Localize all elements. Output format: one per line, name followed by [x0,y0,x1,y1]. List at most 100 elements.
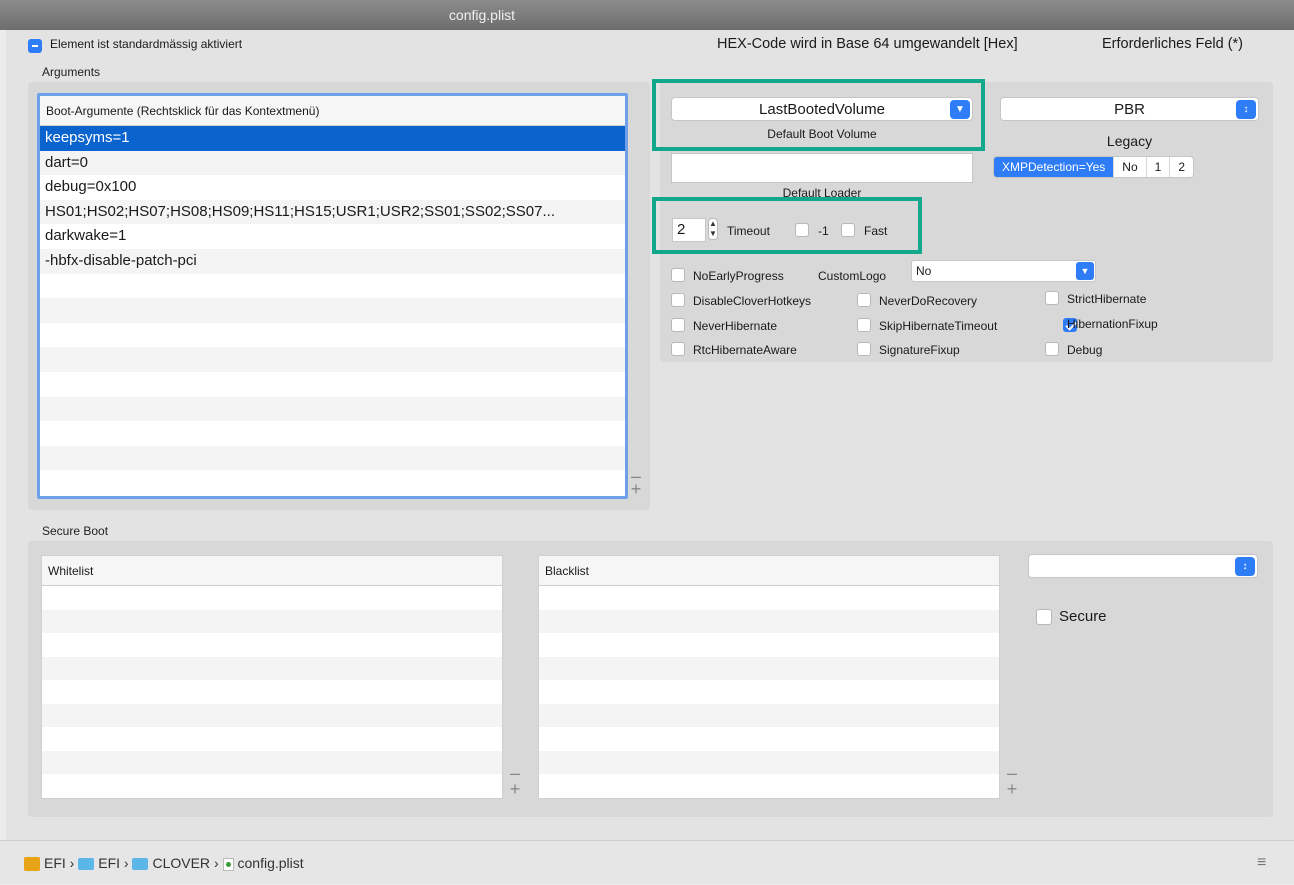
never-do-recovery-checkbox[interactable] [857,293,871,307]
boot-arg-item[interactable]: keepsyms=1 [40,126,625,151]
default-boot-volume-value: LastBootedVolume [759,101,885,118]
folder-icon [78,858,95,871]
legend-default-text: Element ist standardmässig aktiviert [50,37,243,51]
table-row[interactable] [42,727,502,751]
table-row[interactable] [42,680,502,704]
chevron-updown-icon: ↕ [1236,100,1256,119]
legend-default-checkbox [28,38,42,53]
table-row[interactable] [539,609,999,633]
rtc-hibernate-aware-checkbox[interactable] [671,342,685,356]
boot-args-add-button[interactable]: + [629,480,643,498]
default-boot-volume-popup[interactable]: LastBootedVolume ▼ [671,97,973,121]
path-bar: EFI › EFI › CLOVER › config.plist ≡ [0,840,1294,884]
table-row[interactable] [42,633,502,657]
disable-clover-hotkeys-checkbox[interactable] [671,293,685,307]
window-titlebar[interactable]: config.plist [0,0,1294,30]
debug-label: Debug [1067,343,1103,357]
skip-hibernate-timeout-label: SkipHibernateTimeout [879,319,998,333]
timeout-field[interactable]: 2 [672,218,706,242]
table-row[interactable] [42,774,502,798]
path-item-efi-volume[interactable]: EFI [44,855,66,871]
table-row[interactable] [539,703,999,727]
xmp-option-2[interactable]: 2 [1169,157,1194,177]
no-early-progress-checkbox[interactable] [671,268,685,282]
table-row[interactable] [539,656,999,680]
xmp-detection-segmented[interactable]: XMPDetection=Yes No 1 2 [993,156,1195,178]
boot-args-list[interactable]: Boot-Argumente (Rechtsklick für das Kont… [37,93,628,499]
table-row[interactable] [539,774,999,798]
strict-hibernate-checkbox[interactable] [1045,291,1059,305]
boot-arg-item[interactable]: -hbfx-disable-patch-pci [40,248,625,274]
table-row[interactable] [539,727,999,751]
never-do-recovery-label: NeverDoRecovery [879,294,978,308]
chevron-down-icon: ▼ [950,100,970,119]
rtc-hibernate-aware-label: RtcHibernateAware [693,343,797,357]
path-item-efi-folder[interactable]: EFI [98,855,120,871]
minus1-label: -1 [818,224,829,238]
legacy-label: Legacy [1106,133,1153,149]
boot-arg-empty-row[interactable] [40,323,625,348]
path-separator: › [69,855,75,871]
boot-arg-item[interactable]: HS01;HS02;HS07;HS08;HS09;HS11;HS15;USR1;… [40,199,625,225]
boot-arg-empty-row[interactable] [40,347,625,372]
timeout-label: Timeout [727,224,770,238]
path-separator: › [213,855,219,871]
blacklist-table[interactable]: Blacklist [538,555,1000,799]
custom-logo-popup[interactable]: No ▼ [911,260,1096,282]
legacy-popup[interactable]: PBR ↕ [1000,97,1259,121]
never-hibernate-checkbox[interactable] [671,318,685,332]
boot-arg-item[interactable]: dart=0 [40,150,625,176]
table-row[interactable] [42,609,502,633]
drive-icon [24,857,40,872]
debug-checkbox[interactable] [1045,342,1059,356]
boot-arg-item[interactable]: debug=0x100 [40,175,625,200]
secure-checkbox[interactable] [1036,609,1052,625]
boot-arg-empty-row[interactable] [40,298,625,323]
xmp-option-yes[interactable]: XMPDetection=Yes [994,157,1114,177]
chevron-updown-icon: ↕ [1235,557,1255,576]
signature-fixup-label: SignatureFixup [879,343,960,357]
hibernation-fixup-label: HibernationFixup [1067,317,1158,331]
legacy-value: PBR [1114,101,1145,118]
boot-arg-empty-row[interactable] [40,445,625,471]
boot-arg-empty-row[interactable] [40,421,625,446]
legend-required-text: Erforderliches Feld (*) [1102,36,1244,52]
fast-checkbox[interactable] [841,223,855,237]
list-menu-icon[interactable]: ≡ [1257,841,1266,885]
arguments-section-label: Arguments [42,65,101,79]
blacklist-header: Blacklist [539,556,999,586]
boot-arg-empty-row[interactable] [40,396,625,422]
blacklist-add-button[interactable]: + [1005,780,1019,798]
whitelist-add-button[interactable]: + [508,780,522,798]
boot-arg-empty-row[interactable] [40,372,625,397]
boot-arg-empty-row[interactable] [40,274,625,299]
table-row[interactable] [42,750,502,774]
table-row[interactable] [539,680,999,704]
table-row[interactable] [539,633,999,657]
signature-fixup-checkbox[interactable] [857,342,871,356]
table-row[interactable] [539,586,999,610]
table-row[interactable] [539,750,999,774]
boot-arg-item[interactable]: darkwake=1 [40,224,625,249]
table-row[interactable] [42,656,502,680]
fast-label: Fast [864,224,888,238]
xmp-option-1[interactable]: 1 [1145,157,1170,177]
xmp-option-no[interactable]: No [1113,157,1146,177]
boot-arg-empty-row[interactable] [40,470,625,495]
skip-hibernate-timeout-checkbox[interactable] [857,318,871,332]
timeout-stepper[interactable]: ▲ ▼ [708,218,718,240]
path-item-config-plist[interactable]: config.plist [238,855,304,871]
table-row[interactable] [42,586,502,610]
chevron-down-icon: ▼ [1076,262,1094,280]
whitelist-header: Whitelist [42,556,502,586]
no-early-progress-label: NoEarlyProgress [693,269,784,283]
boot-args-header: Boot-Argumente (Rechtsklick für das Kont… [40,96,625,126]
path-item-clover[interactable]: CLOVER [152,855,210,871]
window-title: config.plist [448,7,516,23]
plist-file-icon [222,857,234,871]
table-row[interactable] [42,703,502,727]
whitelist-table[interactable]: Whitelist [41,555,503,799]
minus1-checkbox[interactable] [795,223,809,237]
secure-boot-policy-popup[interactable]: ↕ [1028,554,1258,578]
default-loader-field[interactable] [671,153,973,183]
